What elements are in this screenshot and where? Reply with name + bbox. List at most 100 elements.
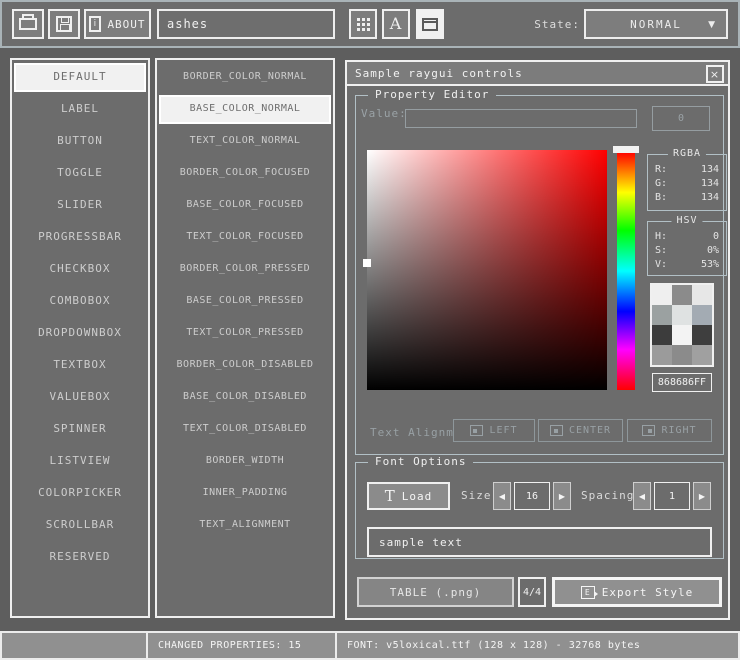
- grid-icon: [357, 18, 360, 21]
- property-item[interactable]: BASE_COLOR_PRESSED: [159, 287, 331, 316]
- controls-item-progressbar[interactable]: PROGRESSBAR: [14, 223, 146, 252]
- align-center-button[interactable]: CENTER: [538, 419, 623, 442]
- controls-item-checkbox[interactable]: CHECKBOX: [14, 255, 146, 284]
- close-button[interactable]: ×: [706, 65, 724, 83]
- value-box[interactable]: 0: [652, 106, 710, 131]
- size-decrease-button[interactable]: ◀: [493, 482, 511, 510]
- load-button-label: Load: [402, 490, 433, 503]
- property-item[interactable]: TEXT_COLOR_DISABLED: [159, 415, 331, 444]
- align-left-icon: [470, 425, 483, 436]
- r-value: 134: [701, 163, 719, 177]
- load-font-button[interactable]: T Load: [367, 482, 450, 510]
- property-item[interactable]: TEXT_COLOR_PRESSED: [159, 319, 331, 348]
- property-item[interactable]: BORDER_COLOR_DISABLED: [159, 351, 331, 380]
- save-icon: [56, 16, 72, 32]
- swatch[interactable]: [652, 285, 672, 305]
- value-slider[interactable]: [405, 109, 637, 128]
- style-name-input[interactable]: [157, 9, 335, 39]
- about-button[interactable]: i ABOUT: [84, 9, 151, 39]
- property-item[interactable]: BORDER_COLOR_PRESSED: [159, 255, 331, 284]
- swatch[interactable]: [692, 325, 712, 345]
- controls-item-colorpicker[interactable]: COLORPICKER: [14, 479, 146, 508]
- align-left-label: LEFT: [489, 425, 517, 436]
- property-item[interactable]: BORDER_COLOR_FOCUSED: [159, 159, 331, 188]
- controls-item-default[interactable]: DEFAULT: [14, 63, 146, 92]
- swatch[interactable]: [692, 305, 712, 325]
- controls-item-scrollbar[interactable]: SCROLLBAR: [14, 511, 146, 540]
- status-bar: CHANGED PROPERTIES: 15 FONT: v5loxical.t…: [0, 631, 740, 660]
- swatch[interactable]: [652, 305, 672, 325]
- window-titlebar[interactable]: Sample raygui controls ×: [347, 62, 728, 86]
- controls-item-textbox[interactable]: TEXTBOX: [14, 351, 146, 380]
- property-item[interactable]: BASE_COLOR_DISABLED: [159, 383, 331, 412]
- spacing-decrease-button[interactable]: ◀: [633, 482, 651, 510]
- save-style-button[interactable]: [48, 9, 80, 39]
- property-item[interactable]: TEXT_COLOR_NORMAL: [159, 127, 331, 156]
- controls-item-label[interactable]: LABEL: [14, 95, 146, 124]
- controls-item-dropdownbox[interactable]: DROPDOWNBOX: [14, 319, 146, 348]
- hsv-label: HSV: [671, 215, 702, 226]
- swatch[interactable]: [652, 345, 672, 365]
- property-item[interactable]: INNER_PADDING: [159, 479, 331, 508]
- controls-item-combobox[interactable]: COMBOBOX: [14, 287, 146, 316]
- controls-item-spinner[interactable]: SPINNER: [14, 415, 146, 444]
- swatch[interactable]: [652, 325, 672, 345]
- color-picker-cursor[interactable]: [363, 259, 371, 267]
- align-left-button[interactable]: LEFT: [453, 419, 535, 442]
- state-label: State:: [530, 18, 580, 31]
- size-increase-button[interactable]: ▶: [553, 482, 571, 510]
- controls-item-slider[interactable]: SLIDER: [14, 191, 146, 220]
- arrow-left-icon: ◀: [639, 492, 645, 501]
- property-item[interactable]: TEXT_COLOR_FOCUSED: [159, 223, 331, 252]
- window-view-button[interactable]: [416, 9, 444, 39]
- controls-item-button[interactable]: BUTTON: [14, 127, 146, 156]
- swatch[interactable]: [672, 345, 692, 365]
- controls-item-toggle[interactable]: TOGGLE: [14, 159, 146, 188]
- property-item[interactable]: BORDER_COLOR_NORMAL: [159, 63, 331, 92]
- property-item[interactable]: BASE_COLOR_FOCUSED: [159, 191, 331, 220]
- size-value-box[interactable]: 16: [514, 482, 550, 510]
- sample-text-input[interactable]: [367, 527, 712, 557]
- h-label: H:: [655, 230, 667, 244]
- property-item[interactable]: BORDER_WIDTH: [159, 447, 331, 476]
- hex-value-box[interactable]: 868686FF: [652, 373, 712, 392]
- align-center-icon: [550, 425, 563, 436]
- controls-item-listview[interactable]: LISTVIEW: [14, 447, 146, 476]
- window-icon: [422, 18, 438, 31]
- hue-bar[interactable]: [617, 152, 635, 390]
- chevron-down-icon: ▼: [708, 20, 717, 30]
- swatch[interactable]: [692, 285, 712, 305]
- r-label: R:: [655, 163, 667, 177]
- rgba-label: RGBA: [668, 148, 706, 159]
- property-item-selected[interactable]: BASE_COLOR_NORMAL: [159, 95, 331, 124]
- g-label: G:: [655, 177, 667, 191]
- property-item[interactable]: TEXT_ALIGNMENT: [159, 511, 331, 540]
- spacing-increase-button[interactable]: ▶: [693, 482, 711, 510]
- spacing-value-box[interactable]: 1: [654, 482, 690, 510]
- hsv-h-row: H: 0: [648, 230, 726, 244]
- hue-cursor[interactable]: [613, 146, 639, 153]
- swatch[interactable]: [672, 305, 692, 325]
- info-icon: i: [89, 16, 101, 32]
- align-right-button[interactable]: RIGHT: [627, 419, 712, 442]
- table-export-button[interactable]: TABLE (.png): [357, 577, 514, 607]
- font-view-button[interactable]: A: [382, 9, 410, 39]
- status-cell-empty: [0, 631, 148, 660]
- state-dropdown-value: NORMAL: [630, 18, 682, 31]
- grid-view-button[interactable]: [349, 9, 377, 39]
- controls-item-reserved[interactable]: RESERVED: [14, 543, 146, 572]
- b-label: B:: [655, 191, 667, 205]
- open-style-button[interactable]: [12, 9, 44, 39]
- swatch[interactable]: [672, 285, 692, 305]
- swatch[interactable]: [672, 325, 692, 345]
- export-button-label: Export Style: [602, 586, 693, 599]
- property-editor-label: Property Editor: [368, 88, 496, 101]
- page-indicator: 4/4: [518, 577, 546, 607]
- export-style-button[interactable]: E Export Style: [552, 577, 722, 607]
- export-icon: E: [581, 586, 595, 599]
- hsv-v-row: V: 53%: [648, 258, 726, 272]
- state-dropdown[interactable]: NORMAL ▼: [584, 9, 728, 39]
- color-picker-panel[interactable]: [367, 150, 607, 390]
- swatch[interactable]: [692, 345, 712, 365]
- controls-item-valuebox[interactable]: VALUEBOX: [14, 383, 146, 412]
